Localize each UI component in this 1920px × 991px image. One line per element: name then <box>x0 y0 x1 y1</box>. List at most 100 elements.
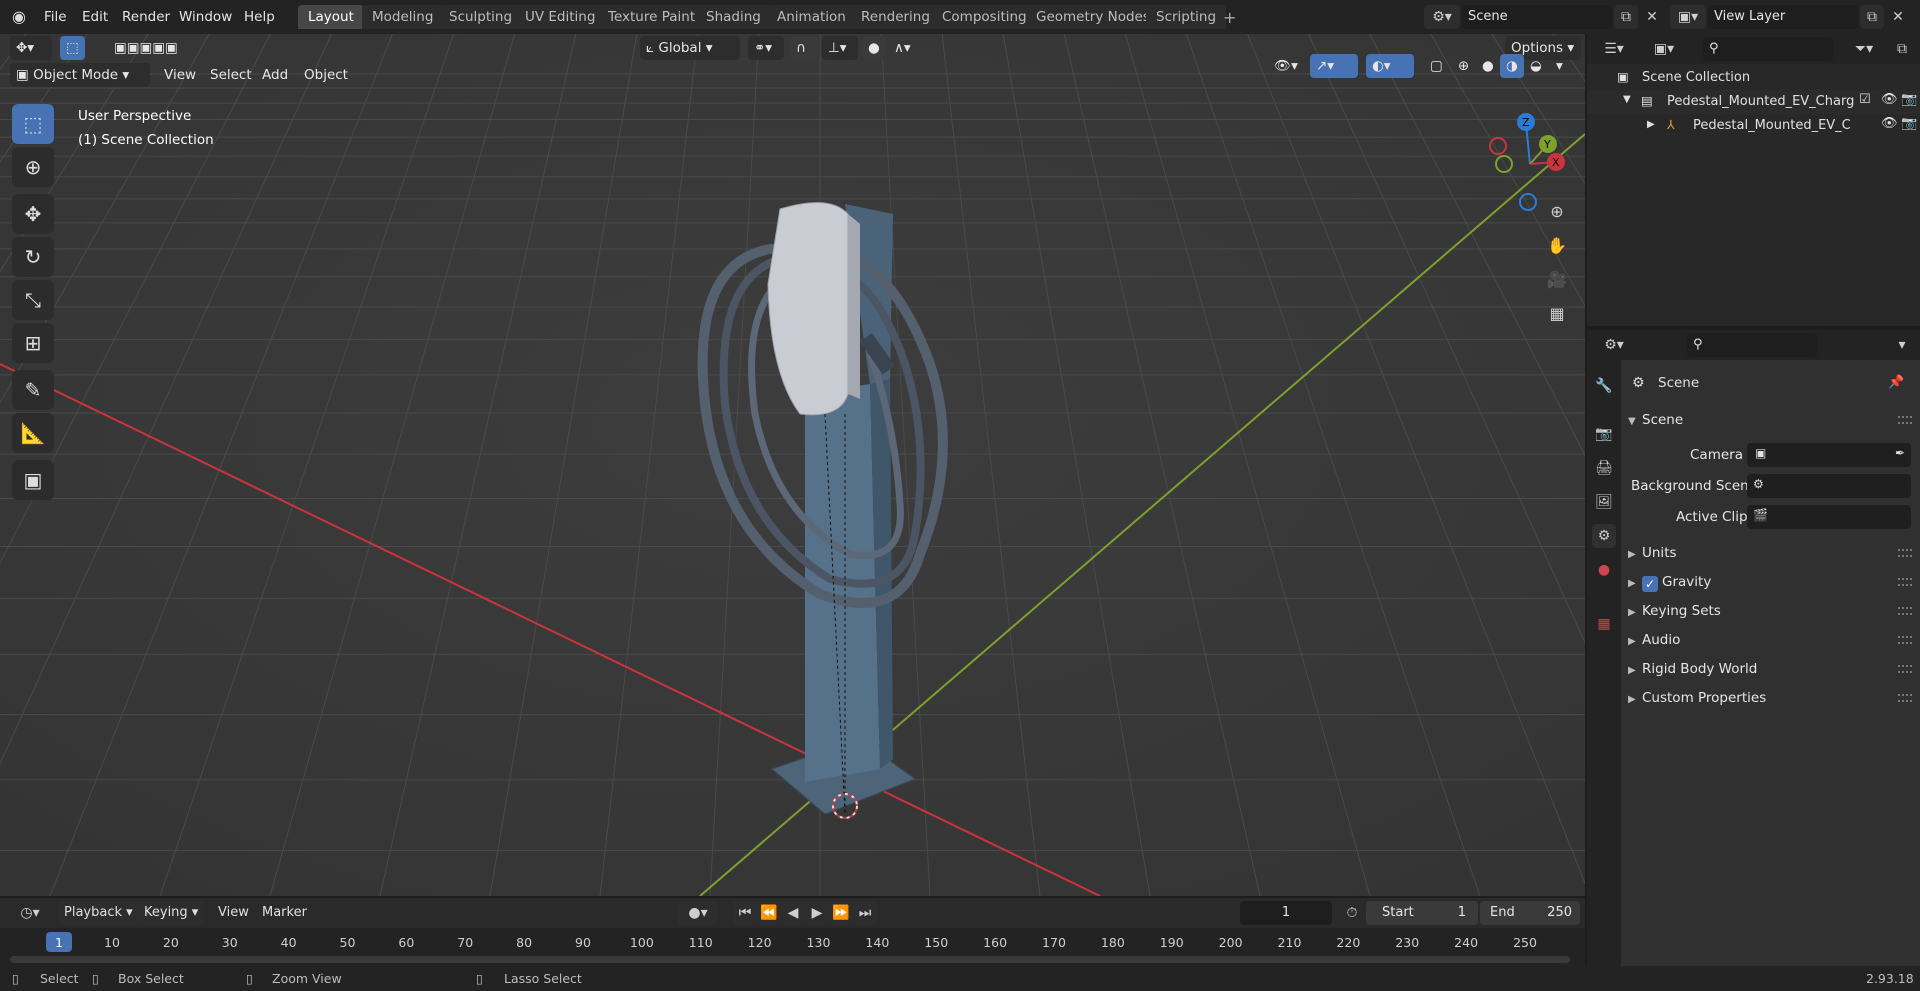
outliner-row-collection[interactable]: ▼ ▤ Pedestal_Mounted_EV_Charg ☑ 👁 📷 <box>1587 90 1920 114</box>
drag-handle-icon[interactable] <box>1898 549 1912 557</box>
camera-icon[interactable]: 📷 <box>1901 116 1917 131</box>
properties-editor-type-icon[interactable]: ⚙▾ <box>1597 333 1631 357</box>
rendered-shading-icon[interactable]: ◒ <box>1524 54 1548 78</box>
jump-keyframe-forward-icon[interactable]: ⏩ <box>829 901 853 925</box>
snap-icon[interactable]: ∩ <box>790 36 820 60</box>
new-view-layer-icon[interactable]: ⧉ <box>1860 5 1884 29</box>
timeline-view-menu[interactable]: View <box>214 901 253 925</box>
drag-handle-icon[interactable] <box>1898 607 1912 615</box>
cursor-tool-icon[interactable]: ⊕ <box>12 147 54 187</box>
zoom-view-icon[interactable]: ⊕ <box>1545 200 1569 224</box>
eye-icon[interactable]: 👁 <box>1881 92 1898 107</box>
background-scene-field[interactable]: ⚙ <box>1747 474 1911 498</box>
properties-options-icon[interactable]: ▾ <box>1890 333 1914 357</box>
texture-tab-icon[interactable]: ▦ <box>1592 612 1616 636</box>
close-view-layer-icon[interactable]: ✕ <box>1886 5 1910 29</box>
viewport-menu-select[interactable]: Select <box>204 63 258 87</box>
drag-handle-icon[interactable] <box>1898 665 1912 673</box>
scene-name-field[interactable]: Scene <box>1462 5 1612 29</box>
snap-target-icon[interactable]: ⊥▾ <box>822 36 858 60</box>
add-cube-tool-icon[interactable]: ▣ <box>12 460 54 500</box>
timeline-scrollbar[interactable] <box>10 956 1570 963</box>
camera-field[interactable]: ▣ ✒ <box>1747 443 1911 467</box>
play-icon[interactable]: ▶ <box>805 901 829 925</box>
drag-handle-icon[interactable] <box>1898 636 1912 644</box>
solid-shading-icon[interactable]: ● <box>1476 54 1500 78</box>
transform-orientation-dropdown[interactable]: ⟀ Global ▾ <box>640 36 740 60</box>
viewport-menu-object[interactable]: Object <box>298 63 354 87</box>
eyedropper-icon[interactable]: ✒ <box>1895 446 1905 460</box>
filter-icon[interactable]: ⏷▾ <box>1847 37 1881 61</box>
view-layer-field[interactable]: View Layer <box>1708 5 1858 29</box>
pin-icon[interactable]: 📌 <box>1888 375 1904 390</box>
gravity-checkbox[interactable]: ✓ <box>1642 576 1658 592</box>
render-tab-icon[interactable]: 📷 <box>1592 422 1616 446</box>
material-shading-icon[interactable]: ◑ <box>1500 54 1524 78</box>
tab-sculpting[interactable]: Sculpting <box>439 5 523 29</box>
tab-animation[interactable]: Animation <box>767 5 856 29</box>
shading-options-icon[interactable]: ▾ <box>1550 54 1574 78</box>
jump-keyframe-back-icon[interactable]: ⏪ <box>757 901 781 925</box>
display-mode-icon[interactable]: ▣▾ <box>1647 37 1681 61</box>
outliner-editor-type-icon[interactable]: ☰▾ <box>1597 37 1631 61</box>
tab-uv-editing[interactable]: UV Editing <box>515 5 606 29</box>
view-layer-selector-icon[interactable]: ▣▾ <box>1670 5 1706 29</box>
playback-menu[interactable]: Playback ▾ <box>58 901 139 925</box>
xray-icon[interactable]: ▢ <box>1424 54 1448 78</box>
end-frame-field[interactable]: End 250 <box>1480 901 1580 925</box>
menu-help[interactable]: Help <box>240 7 279 27</box>
drag-handle-icon[interactable] <box>1898 578 1912 586</box>
visibility-icon[interactable]: 👁▾ <box>1268 54 1304 78</box>
close-scene-icon[interactable]: ✕ <box>1640 5 1664 29</box>
tab-compositing[interactable]: Compositing <box>932 5 1037 29</box>
active-clip-field[interactable]: 🎬 <box>1747 505 1911 529</box>
outliner-search-input[interactable]: ⚲ <box>1703 37 1833 61</box>
viewport-menu-add[interactable]: Add <box>256 63 294 87</box>
measure-tool-icon[interactable]: 📐 <box>12 413 54 453</box>
drag-handle-icon[interactable] <box>1898 416 1912 424</box>
world-tab-icon[interactable]: ● <box>1592 558 1616 582</box>
start-frame-field[interactable]: Start 1 <box>1366 901 1478 925</box>
select-tool-mode-icon[interactable]: ⬚ <box>60 36 85 60</box>
record-icon[interactable]: ●▾ <box>678 901 718 925</box>
editor-type-icon[interactable]: ✥▾ <box>10 36 52 60</box>
scale-tool-icon[interactable]: ⤡ <box>12 280 54 320</box>
rotate-tool-icon[interactable]: ↻ <box>12 237 54 277</box>
viewport-menu-view[interactable]: View <box>158 63 202 87</box>
ortho-toggle-icon[interactable]: ▦ <box>1545 302 1569 326</box>
jump-start-icon[interactable]: ⏮ <box>733 901 757 925</box>
annotate-tool-icon[interactable]: ✎ <box>12 370 54 410</box>
move-tool-icon[interactable]: ✥ <box>12 194 54 234</box>
output-tab-icon[interactable]: 🖨 <box>1592 456 1616 480</box>
overlay-toggle-icon[interactable]: ◐▾ <box>1366 54 1414 78</box>
camera-icon[interactable]: 📷 <box>1901 92 1917 107</box>
new-collection-icon[interactable]: ⧉ <box>1890 37 1914 61</box>
expand-arrow-icon[interactable]: ▶ <box>1647 119 1655 130</box>
tab-scripting[interactable]: Scripting <box>1146 5 1227 29</box>
play-reverse-icon[interactable]: ◀ <box>781 901 805 925</box>
select-box-tool-icon[interactable]: ⬚ <box>12 104 54 144</box>
tab-layout[interactable]: Layout <box>298 5 364 29</box>
timeline-editor-type-icon[interactable]: ◷▾ <box>12 901 48 925</box>
panel-rigid-body-world-header[interactable]: ▶ Rigid Body World <box>1628 661 1757 677</box>
pivot-point-icon[interactable]: ⚭▾ <box>748 36 784 60</box>
tab-texture-paint[interactable]: Texture Paint <box>598 5 706 29</box>
stopwatch-icon[interactable]: ⏱ <box>1340 901 1364 925</box>
panel-keying-sets-header[interactable]: ▶ Keying Sets <box>1628 603 1721 619</box>
proportional-edit-icon[interactable]: ● <box>862 36 886 60</box>
selection-modes-icon[interactable]: ▣▣▣▣▣ <box>108 36 228 60</box>
menu-file[interactable]: File <box>40 7 71 27</box>
outliner-row-scene-collection[interactable]: ▣ Scene Collection <box>1587 66 1920 90</box>
menu-edit[interactable]: Edit <box>78 7 112 27</box>
view-layer-tab-icon[interactable]: 🖼 <box>1592 490 1616 514</box>
timeline-ruler[interactable]: 1 10 20 30 40 50 60 70 80 90 100 110 120 130 140 150 160… <box>0 928 1585 966</box>
3d-viewport[interactable]: ✥▾ ⬚ ▣▣▣▣▣ ⟀ Global ▾ ⚭▾ ∩ ⊥▾ ● ∧▾ Optio… <box>0 34 1585 896</box>
drag-handle-icon[interactable] <box>1898 694 1912 702</box>
jump-end-icon[interactable]: ⏭ <box>853 901 877 925</box>
expand-arrow-icon[interactable]: ▼ <box>1623 94 1631 105</box>
wireframe-shading-icon[interactable]: ⊕ <box>1452 54 1476 78</box>
tab-shading[interactable]: Shading <box>696 5 771 29</box>
eye-icon[interactable]: 👁 <box>1881 116 1898 131</box>
panel-audio-header[interactable]: ▶ Audio <box>1628 632 1680 648</box>
pan-view-icon[interactable]: ✋ <box>1545 234 1569 258</box>
